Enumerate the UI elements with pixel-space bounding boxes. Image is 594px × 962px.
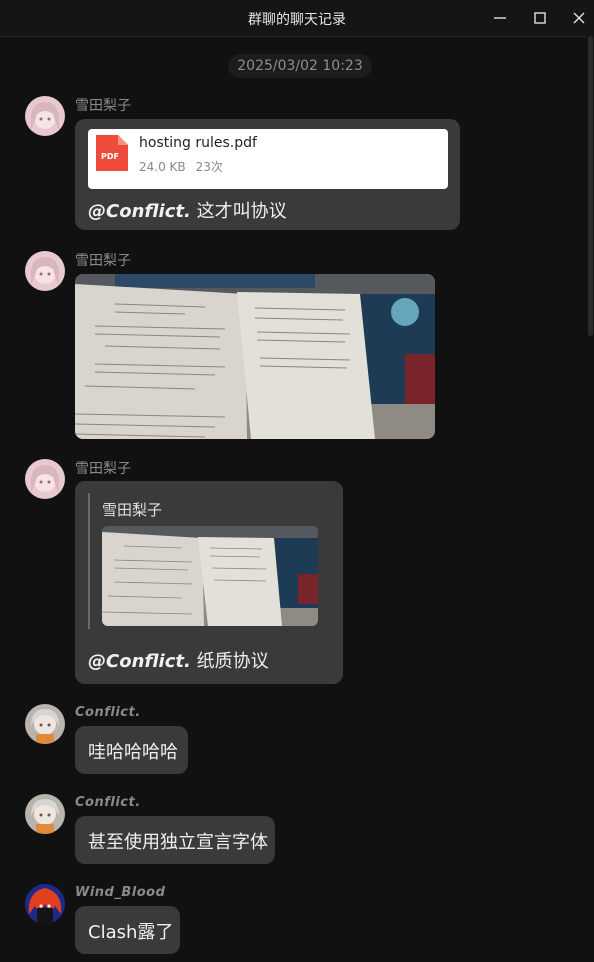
mention[interactable]: @Conflict.: [88, 651, 191, 672]
file-open-count: 23次: [195, 160, 223, 174]
avatar[interactable]: [25, 704, 65, 744]
file-meta: 24.0 KB 23次: [139, 158, 233, 175]
sender-name: Conflict.: [75, 705, 141, 720]
quote-sender: 雪田梨子: [102, 501, 163, 519]
image-message[interactable]: [75, 274, 435, 439]
mention[interactable]: @Conflict.: [88, 201, 191, 222]
quote-bar: [88, 493, 90, 629]
message-bubble[interactable]: 雪田梨子 @Conflict. 纸质协议: [75, 481, 343, 684]
message-body: 纸质协议: [190, 651, 269, 672]
file-attachment[interactable]: PDF hosting rules.pdf 24.0 KB 23次: [88, 129, 448, 189]
message-bubble[interactable]: PDF hosting rules.pdf 24.0 KB 23次 @Confli…: [75, 119, 460, 230]
anime-girl-avatar-icon: [25, 251, 65, 291]
message-text: @Conflict. 纸质协议: [88, 647, 269, 673]
maximize-button[interactable]: [530, 8, 550, 28]
avatar[interactable]: [25, 251, 65, 291]
close-icon: [573, 12, 585, 24]
file-size: 24.0 KB: [139, 160, 186, 174]
sender-name: 雪田梨子: [75, 98, 131, 114]
silver-hair-girl-avatar-icon: [25, 704, 65, 744]
message-text: 哇哈哈哈哈: [88, 742, 178, 763]
message-bubble[interactable]: 哇哈哈哈哈: [75, 726, 188, 774]
sender-name: 雪田梨子: [75, 253, 131, 269]
pdf-file-icon: PDF: [92, 135, 128, 171]
anime-girl-avatar-icon: [25, 96, 65, 136]
message-bubble[interactable]: 甚至使用独立宣言字体: [75, 816, 275, 864]
avatar[interactable]: [25, 794, 65, 834]
message-text: 甚至使用独立宣言字体: [88, 832, 268, 853]
sender-name: 雪田梨子: [75, 461, 131, 477]
sender-name: Conflict.: [75, 795, 141, 810]
title-bar: 群聊的聊天记录: [0, 0, 594, 37]
message-body: 这才叫协议: [190, 201, 287, 222]
scrollbar[interactable]: [587, 36, 594, 962]
scrollbar-thumb[interactable]: [588, 36, 593, 336]
message-text: Clash露了: [88, 922, 174, 943]
silver-hair-girl-avatar-icon: [25, 794, 65, 834]
message-text: @Conflict. 这才叫协议: [88, 197, 287, 223]
photo-of-printed-rules-icon: [75, 274, 435, 439]
avatar[interactable]: [25, 884, 65, 924]
date-separator: 2025/03/02 10:23: [228, 54, 372, 78]
maximize-icon: [534, 12, 546, 24]
photo-of-printed-rules-icon: [102, 526, 318, 626]
avatar[interactable]: [25, 459, 65, 499]
anime-girl-avatar-icon: [25, 459, 65, 499]
minimize-button[interactable]: [490, 8, 510, 28]
avatar[interactable]: [25, 96, 65, 136]
file-name: hosting rules.pdf: [139, 135, 257, 151]
message-bubble[interactable]: Clash露了: [75, 906, 180, 954]
quoted-image[interactable]: [102, 526, 318, 626]
minimize-icon: [494, 17, 506, 19]
pdf-icon-label: PDF: [101, 152, 119, 161]
red-hair-character-avatar-icon: [25, 884, 65, 924]
close-button[interactable]: [569, 8, 589, 28]
sender-name: Wind_Blood: [75, 885, 166, 900]
